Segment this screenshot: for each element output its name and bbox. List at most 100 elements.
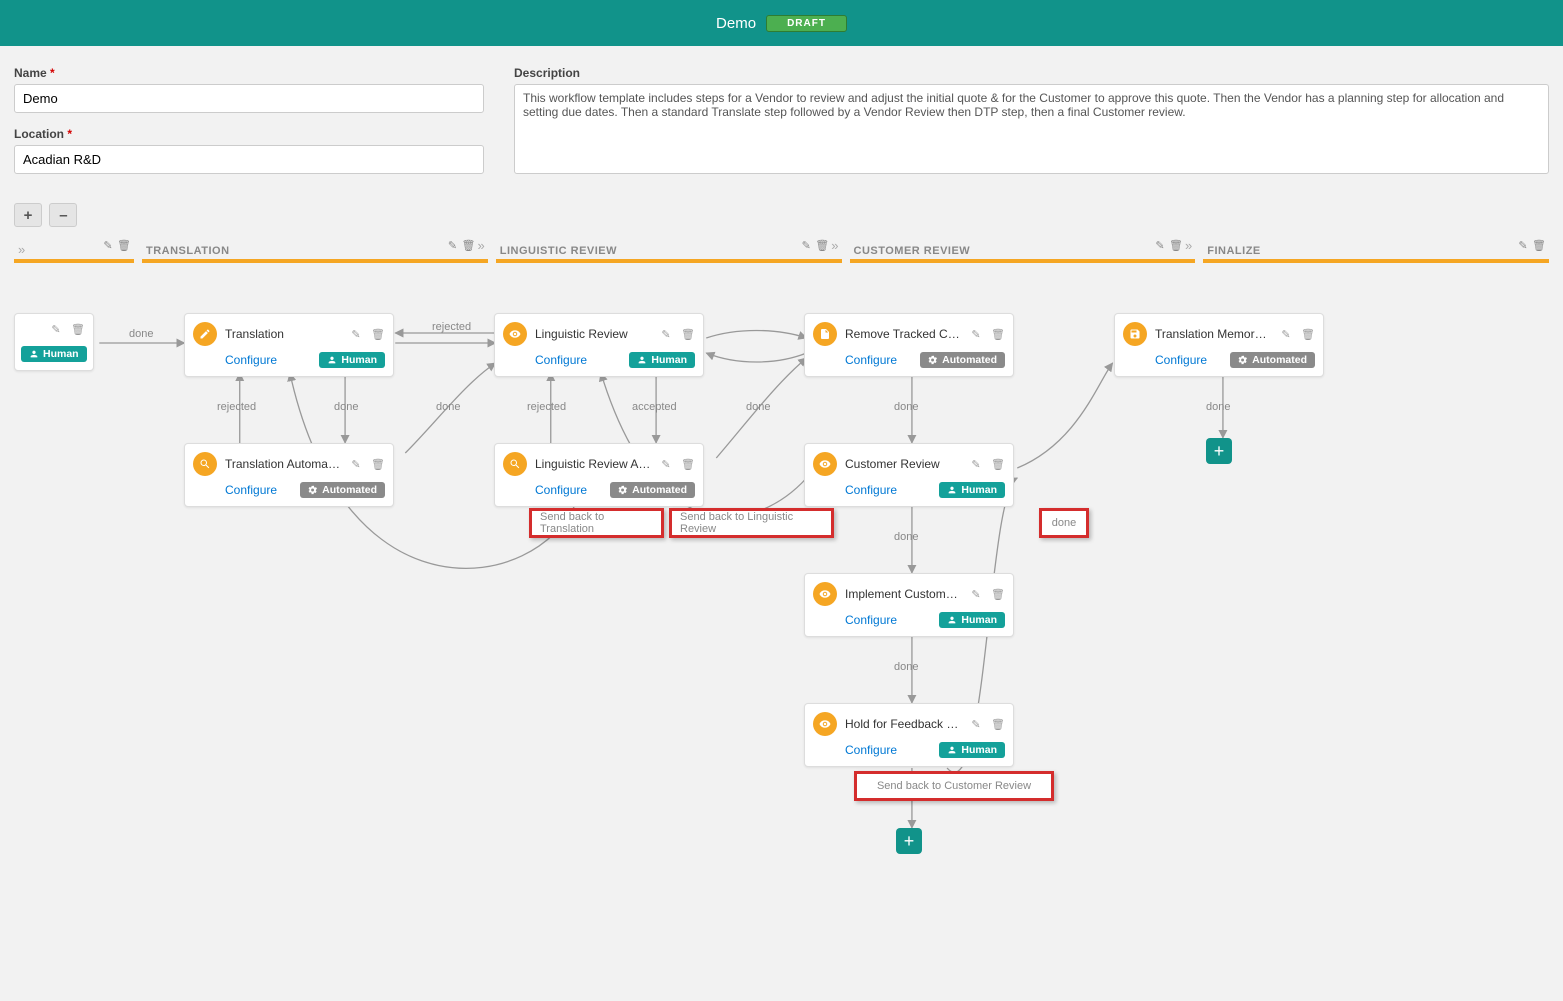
trash-icon[interactable]: 🗑 [371,327,385,341]
edit-icon[interactable]: ✎ [969,457,983,471]
configure-link[interactable]: Configure [535,353,587,367]
edit-icon[interactable]: ✎ [49,322,63,336]
node-linguistic-review-automated[interactable]: Linguistic Review Autom... ✎ 🗑 Configure… [494,443,704,507]
trash-icon[interactable]: 🗑 [991,587,1005,601]
location-input[interactable] [14,145,484,174]
edge-label-done: done [746,401,770,413]
configure-link[interactable]: Configure [1155,353,1207,367]
description-input[interactable]: This workflow template includes steps fo… [514,84,1549,174]
chevron-right-icon: » [831,238,838,253]
edit-icon[interactable]: ✎ [101,238,115,252]
status-badge: DRAFT [766,15,847,32]
trash-icon[interactable]: 🗑 [1532,238,1546,252]
edit-icon[interactable]: ✎ [1153,238,1167,252]
configure-link[interactable]: Configure [225,483,277,497]
chevron-right-icon: » [18,242,25,257]
name-input[interactable] [14,84,484,113]
automated-badge: Automated [1230,352,1315,368]
trash-icon[interactable]: 🗑 [991,717,1005,731]
highlight-sendback-linguistic-review[interactable]: Send back to Linguistic Review [669,508,834,538]
save-icon [1123,322,1147,346]
configure-link[interactable]: Configure [535,483,587,497]
edge-label-done: done [894,661,918,673]
human-badge: Human [319,352,385,368]
eye-icon [813,452,837,476]
trash-icon[interactable]: 🗑 [371,457,385,471]
edit-icon[interactable]: ✎ [1516,238,1530,252]
edge-label-done: done [334,401,358,413]
trash-icon[interactable]: 🗑 [71,322,85,336]
trash-icon[interactable]: 🗑 [681,457,695,471]
edit-icon[interactable]: ✎ [349,327,363,341]
edit-icon[interactable]: ✎ [799,238,813,252]
edit-icon[interactable]: ✎ [659,327,673,341]
human-badge: Human [939,612,1005,628]
node-translation-memory-update[interactable]: Translation Memory Upd... ✎ 🗑 Configure … [1114,313,1324,377]
configure-link[interactable]: Configure [845,613,897,627]
trash-icon[interactable]: 🗑 [1301,327,1315,341]
node-remove-tracked-changes[interactable]: Remove Tracked Chang... ✎ 🗑 Configure Au… [804,313,1014,377]
edit-icon[interactable]: ✎ [659,457,673,471]
edge-label-done: done [436,401,460,413]
highlight-sendback-translation[interactable]: Send back to Translation [529,508,664,538]
zoom-out-button[interactable]: – [49,203,77,227]
search-icon [193,452,217,476]
app-header: Demo DRAFT [0,0,1563,46]
search-icon [503,452,527,476]
edit-icon[interactable]: ✎ [1279,327,1293,341]
trash-icon[interactable]: 🗑 [117,238,131,252]
add-step-button[interactable]: + [1206,438,1232,464]
human-badge: Human [939,482,1005,498]
description-label: Description [514,66,1549,80]
node-translation-automated-qa[interactable]: Translation Automated Q... ✎ 🗑 Configure… [184,443,394,507]
chevron-right-icon: » [1185,238,1192,253]
page-title: Demo [716,15,756,32]
trash-icon[interactable]: 🗑 [991,457,1005,471]
configure-link[interactable]: Configure [845,353,897,367]
document-icon [813,322,837,346]
node-start[interactable]: ✎ 🗑 Human [14,313,94,371]
configure-link[interactable]: Configure [225,353,277,367]
stage-finalize: FINALIZE ✎ 🗑 [1203,235,1549,263]
node-linguistic-review[interactable]: Linguistic Review ✎ 🗑 Configure Human [494,313,704,377]
workflow-canvas[interactable]: ✎ 🗑 Human Translation ✎ 🗑 Configure Huma… [14,273,1549,913]
zoom-controls: + – [0,203,1563,235]
edge-label-done: done [1206,401,1230,413]
human-badge: Human [21,346,87,362]
edge-label-done: done [129,328,153,340]
name-label: Name * [14,66,484,80]
human-badge: Human [629,352,695,368]
edit-icon[interactable]: ✎ [969,717,983,731]
trash-icon[interactable]: 🗑 [681,327,695,341]
configure-link[interactable]: Configure [845,483,897,497]
trash-icon[interactable]: 🗑 [462,238,476,252]
trash-icon[interactable]: 🗑 [1169,238,1183,252]
automated-badge: Automated [920,352,1005,368]
edge-label-rejected: rejected [432,321,471,333]
edit-icon[interactable]: ✎ [349,457,363,471]
human-badge: Human [939,742,1005,758]
edit-icon[interactable]: ✎ [969,587,983,601]
chevron-right-icon: » [478,238,485,253]
highlight-done[interactable]: done [1039,508,1089,538]
edit-icon[interactable]: ✎ [969,327,983,341]
automated-badge: Automated [300,482,385,498]
zoom-in-button[interactable]: + [14,203,42,227]
node-translation[interactable]: Translation ✎ 🗑 Configure Human [184,313,394,377]
edge-label-done: done [894,401,918,413]
configure-link[interactable]: Configure [845,743,897,757]
edge-label-done: done [894,531,918,543]
node-implement-customer-review[interactable]: Implement Customer Re... ✎ 🗑 Configure H… [804,573,1014,637]
highlight-sendback-customer-review[interactable]: Send back to Customer Review [854,771,1054,801]
stage-start: ✎ 🗑 » [14,235,134,263]
edit-icon[interactable]: ✎ [446,238,460,252]
stage-customer-review: CUSTOMER REVIEW ✎ 🗑 » [850,235,1196,263]
trash-icon[interactable]: 🗑 [991,327,1005,341]
pencil-icon [193,322,217,346]
add-step-button[interactable]: + [896,828,922,854]
stage-linguistic-review: LINGUISTIC REVIEW ✎ 🗑 » [496,235,842,263]
trash-icon[interactable]: 🗑 [815,238,829,252]
node-customer-review[interactable]: Customer Review ✎ 🗑 Configure Human [804,443,1014,507]
node-hold-for-feedback[interactable]: Hold for Feedback (1) ✎ 🗑 Configure Huma… [804,703,1014,767]
edge-label-rejected: rejected [217,401,256,413]
